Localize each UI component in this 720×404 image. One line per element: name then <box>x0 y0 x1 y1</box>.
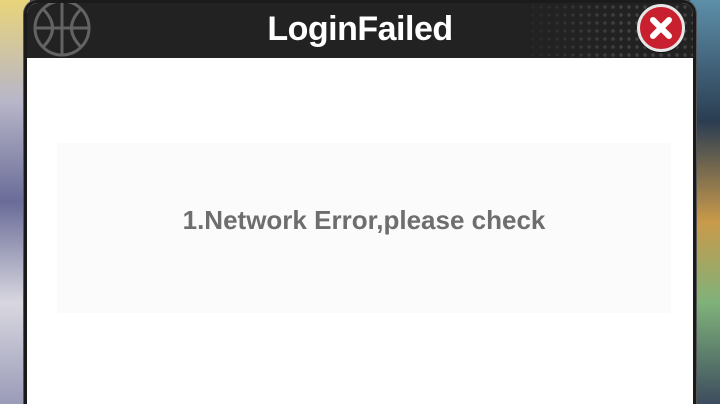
login-failed-dialog: LoginFailed 1.Network Error,please check <box>24 0 696 404</box>
dialog-title: LoginFailed <box>267 10 453 48</box>
error-message: 1.Network Error,please check <box>182 205 546 235</box>
dialog-titlebar: LoginFailed <box>27 3 693 58</box>
close-icon <box>650 17 672 39</box>
message-panel: 1.Network Error,please check <box>57 143 671 313</box>
dialog-content: 1.Network Error,please check <box>27 58 693 404</box>
close-button[interactable] <box>637 4 685 52</box>
